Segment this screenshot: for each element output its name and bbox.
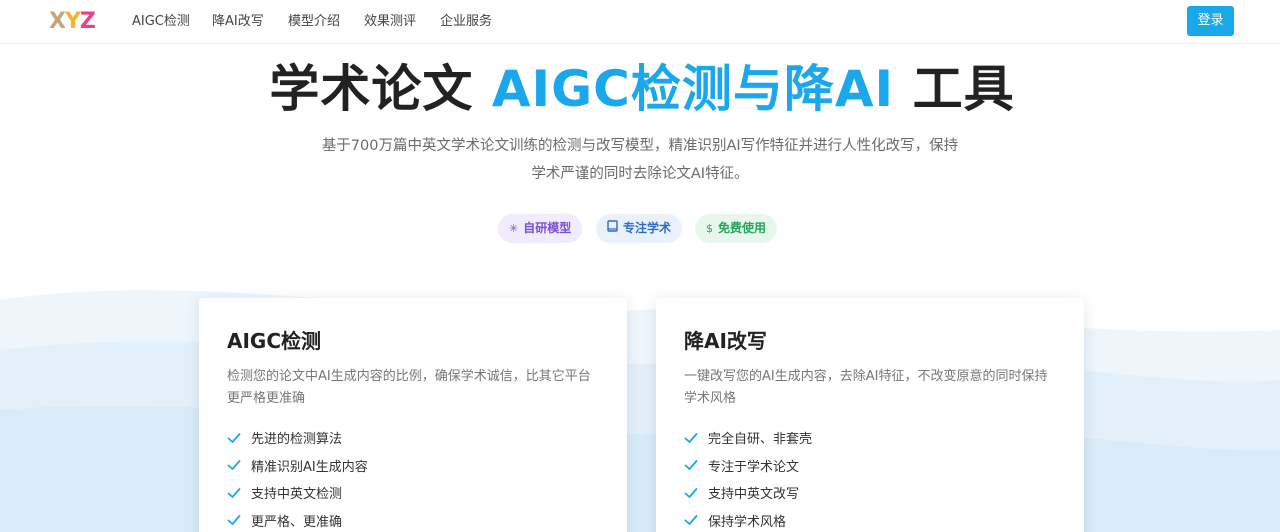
hero-title-accent: AIGC检测与降AI <box>491 60 895 118</box>
check-icon <box>227 432 241 443</box>
feature-text: 支持中英文改写 <box>708 487 800 503</box>
list-item: 支持中英文改写 <box>684 479 1056 507</box>
check-icon <box>227 487 241 498</box>
feature-text: 专注于学术论文 <box>708 459 800 475</box>
nav-item-evaluation[interactable]: 效果测评 <box>364 13 416 31</box>
check-icon <box>684 487 698 498</box>
badge-free: $ 免费使用 <box>695 214 778 243</box>
brand-logo[interactable]: XYZ <box>49 9 101 35</box>
card-title: 降AI改写 <box>684 329 767 353</box>
list-item: 更严格、更准确 <box>227 507 599 532</box>
list-item: 专注于学术论文 <box>684 452 1056 480</box>
hero-title-suffix: 工具 <box>894 60 1015 118</box>
hero-subtitle-line-1: 基于700万篇中英文学术论文训练的检测与改写模型，精准识别AI写作特征并进行人性… <box>321 138 959 154</box>
badge-self-developed: ✳ 自研模型 <box>498 214 583 243</box>
dollar-icon: $ <box>706 222 713 235</box>
list-item: 精准识别AI生成内容 <box>227 452 599 480</box>
badge-label: 自研模型 <box>523 221 572 235</box>
feature-text: 先进的检测算法 <box>251 432 343 448</box>
feature-text: 保持学术风格 <box>708 514 787 530</box>
nav-item-enterprise[interactable]: 企业服务 <box>440 13 492 31</box>
card-ai-rewrite[interactable]: 降AI改写 一键改写您的AI生成内容，去除AI特征，不改变原意的同时保持学术风格… <box>656 298 1084 532</box>
background-wave <box>0 290 1280 532</box>
badge-label: 免费使用 <box>718 221 767 235</box>
check-icon <box>227 460 241 471</box>
hero-title-prefix: 学术论文 <box>269 60 492 118</box>
nav-item-model-intro[interactable]: 模型介绍 <box>288 13 340 31</box>
card-title: AIGC检测 <box>227 329 322 353</box>
badge-label: 专注学术 <box>623 221 672 235</box>
card-aigc-detect[interactable]: AIGC检测 检测您的论文中AI生成内容的比例，确保学术诚信，比其它平台更严格更… <box>199 298 627 532</box>
hero-title: 学术论文 AIGC检测与降AI 工具 <box>0 56 1280 122</box>
badge-academic: 专注学术 <box>596 214 683 243</box>
list-item: 完全自研、非套壳 <box>684 424 1056 452</box>
check-icon <box>684 460 698 471</box>
list-item: 支持中英文检测 <box>227 479 599 507</box>
nav-item-rewrite[interactable]: 降AI改写 <box>212 13 264 31</box>
feature-text: 支持中英文检测 <box>251 487 343 503</box>
feature-list: 先进的检测算法 精准识别AI生成内容 支持中英文检测 更严格、更准确 <box>227 424 599 532</box>
card-description: 检测您的论文中AI生成内容的比例，确保学术诚信，比其它平台更严格更准确 <box>227 369 591 406</box>
card-description: 一键改写您的AI生成内容，去除AI特征，不改变原意的同时保持学术风格 <box>684 369 1048 406</box>
book-icon <box>607 214 618 243</box>
list-item: 保持学术风格 <box>684 507 1056 532</box>
feature-list: 完全自研、非套壳 专注于学术论文 支持中英文改写 保持学术风格 <box>684 424 1056 532</box>
hero-subtitle-line-2: 学术严谨的同时去除论文AI特征。 <box>531 166 749 182</box>
check-icon <box>684 515 698 526</box>
hero-subtitle: 基于700万篇中英文学术论文训练的检测与改写模型，精准识别AI写作特征并进行人性… <box>290 132 990 188</box>
sparkle-icon: ✳ <box>509 222 519 235</box>
feature-text: 完全自研、非套壳 <box>708 432 813 448</box>
feature-text: 精准识别AI生成内容 <box>251 459 368 475</box>
nav-item-aigc-detect[interactable]: AIGC检测 <box>132 13 190 31</box>
feature-text: 更严格、更准确 <box>251 514 343 530</box>
top-navbar: XYZ AIGC检测 降AI改写 模型介绍 效果测评 企业服务 登录 <box>0 0 1280 44</box>
check-icon <box>684 432 698 443</box>
list-item: 先进的检测算法 <box>227 424 599 452</box>
login-button[interactable]: 登录 <box>1187 6 1234 36</box>
check-icon <box>227 515 241 526</box>
